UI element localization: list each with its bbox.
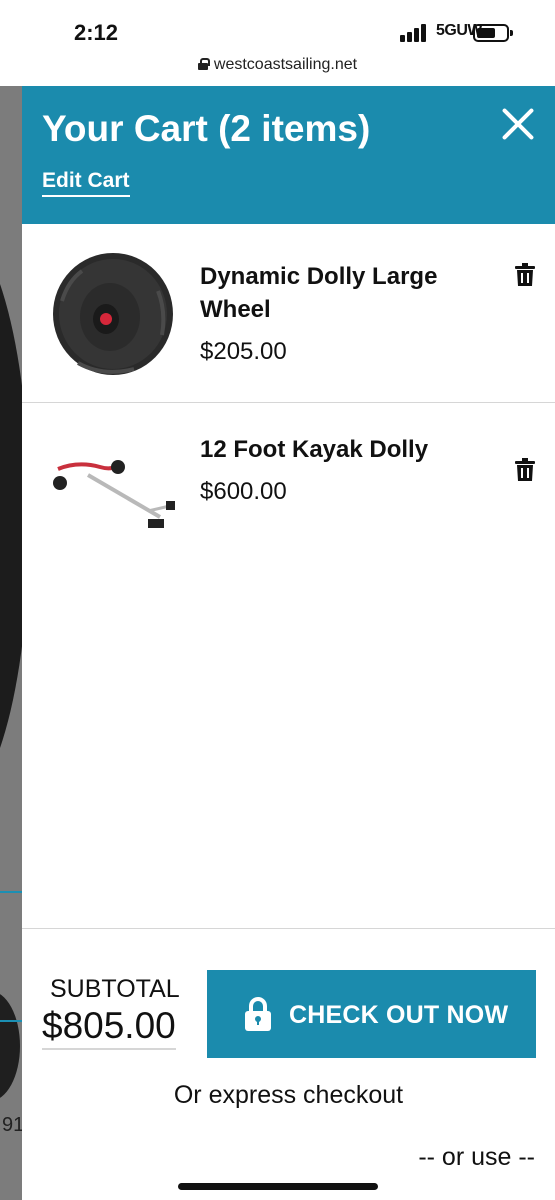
cart-item: Dynamic Dolly Large Wheel $205.00 [22, 224, 555, 403]
close-icon[interactable] [494, 100, 542, 148]
item-name[interactable]: Dynamic Dolly Large Wheel [200, 260, 480, 326]
item-price: $600.00 [200, 478, 287, 505]
trash-icon[interactable] [515, 458, 535, 482]
wheel-image[interactable] [48, 251, 178, 381]
background-divider [0, 891, 22, 893]
subtotal-value: $805.00 [42, 1005, 176, 1050]
cart-footer: SUBTOTAL $805.00 CHECK OUT NOW Or expres… [22, 928, 555, 1200]
url-bar[interactable]: westcoastsailing.net [0, 56, 555, 86]
item-price: $205.00 [200, 338, 287, 365]
kayak-dolly-image[interactable] [48, 419, 178, 549]
edit-cart-link[interactable]: Edit Cart [42, 169, 130, 197]
status-time: 2:12 [74, 20, 119, 45]
home-indicator[interactable] [178, 1183, 378, 1190]
url-text: westcoastsailing.net [213, 56, 358, 73]
cart-item: 12 Foot Kayak Dolly $600.00 [22, 404, 555, 574]
cart-drawer: Your Cart (2 items) Edit Cart Dynamic Do… [22, 86, 555, 1200]
or-use-label: -- or use -- [418, 1143, 535, 1171]
background-page-overlay[interactable] [0, 86, 22, 1200]
battery-icon [473, 24, 513, 42]
background-wheel-thumb [0, 991, 20, 1101]
signal-icon [400, 24, 430, 42]
background-wheel-image [0, 226, 22, 806]
checkout-button[interactable]: CHECK OUT NOW [207, 970, 536, 1058]
express-checkout-label: Or express checkout [173, 1081, 404, 1109]
cart-header: Your Cart (2 items) Edit Cart [22, 86, 555, 224]
background-divider [0, 1020, 22, 1022]
trash-icon[interactable] [515, 263, 535, 287]
status-bar: 2:12 5GUW [0, 0, 555, 56]
checkout-label: CHECK OUT NOW [289, 1001, 509, 1029]
background-text-fragment: 91 [2, 1114, 25, 1136]
item-name[interactable]: 12 Foot Kayak Dolly [200, 433, 480, 466]
cart-title: Your Cart (2 items) [42, 108, 371, 149]
lock-icon [197, 58, 210, 70]
subtotal-label: SUBTOTAL [50, 975, 180, 1003]
lock-icon [245, 997, 271, 1031]
